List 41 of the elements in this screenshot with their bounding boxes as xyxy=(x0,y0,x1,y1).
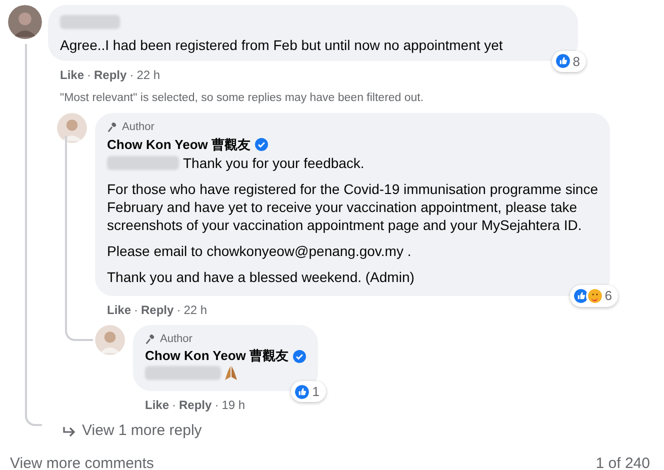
timestamp[interactable]: 19 h xyxy=(222,396,246,414)
comment-text: For those who have registered for the Covid-19 immunisation programme since February and have yet to receive your vaccination appointment, please take screenshots of your vaccination appointment page and your MySejahtera ID. xyxy=(107,180,598,234)
separator-dot: · xyxy=(176,302,181,319)
timestamp[interactable]: 22 h xyxy=(136,66,160,84)
reaction-count[interactable]: 1 xyxy=(291,380,326,402)
reaction-count[interactable]: 8 xyxy=(552,50,586,72)
reaction-count[interactable]: 6 xyxy=(570,285,618,307)
view-more-replies-link[interactable]: View 1 more reply xyxy=(82,420,202,443)
microphone-icon xyxy=(107,122,118,133)
microphone-icon xyxy=(145,334,156,344)
comment-text: Thank you and have a blessed weekend. (Admin) xyxy=(107,268,416,286)
comment-text: Agree..I had been registered from Feb but until now no appointment yet xyxy=(60,36,504,54)
action-link[interactable]: Like xyxy=(107,300,132,319)
separator-dot: · xyxy=(87,67,92,84)
praying-hands-icon xyxy=(223,365,239,382)
action-link[interactable]: Reply xyxy=(179,396,212,414)
filter-note: "Most relevant" is selected, so some replies may have been filtered out. xyxy=(60,91,425,106)
comment-text: Thank you for your feedback. xyxy=(183,154,364,172)
view-more-comments-link[interactable]: View more comments xyxy=(10,452,154,470)
redacted-name xyxy=(107,156,179,170)
author-label: Author xyxy=(122,120,154,136)
commenter-name[interactable]: Chow Kon Yeow 曹觀友 xyxy=(107,136,250,154)
action-link[interactable]: Like xyxy=(145,396,170,414)
comment-counter: 1 of 240 xyxy=(596,454,650,470)
action-link[interactable]: Reply xyxy=(141,300,174,319)
author-label: Author xyxy=(160,332,192,347)
separator-dot: · xyxy=(130,67,134,84)
separator-dot: · xyxy=(214,397,219,414)
avatar[interactable] xyxy=(8,5,42,39)
action-link[interactable]: Like xyxy=(60,66,84,84)
thumbs-up-icon xyxy=(293,382,312,400)
separator-dot: · xyxy=(172,397,176,414)
commenter-name[interactable]: Chow Kon Yeow 曹觀友 xyxy=(145,347,288,366)
comment-text: Please email to chowkonyeow@penang.gov.my . xyxy=(107,242,412,260)
action-link[interactable]: Reply xyxy=(94,66,127,84)
redacted-name xyxy=(60,14,120,29)
timestamp[interactable]: 22 h xyxy=(184,300,208,319)
separator-dot: · xyxy=(134,302,138,319)
reply-arrow-icon xyxy=(62,426,76,438)
thumbs-up-icon xyxy=(554,52,572,70)
hugging-face-icon xyxy=(586,287,604,305)
